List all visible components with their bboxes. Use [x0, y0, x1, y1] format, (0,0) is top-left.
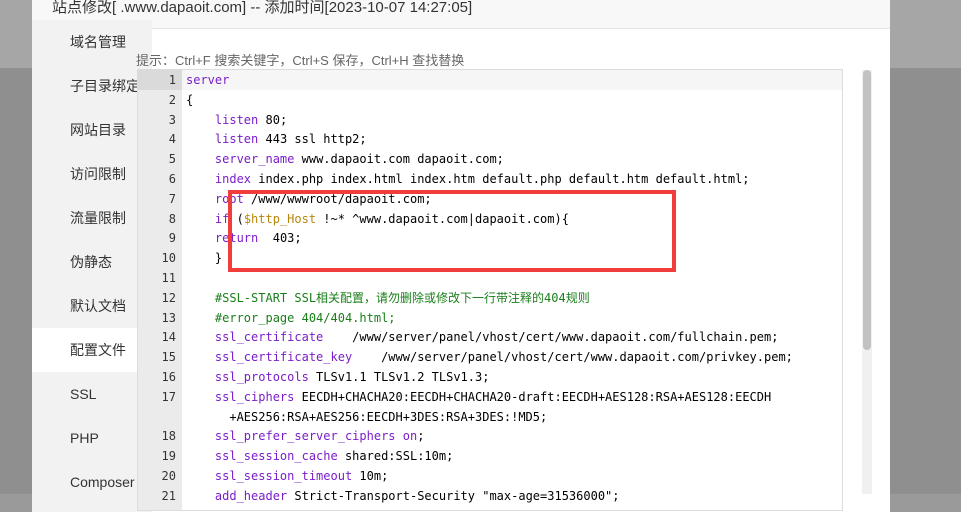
code-line-text: ssl_certificate_key /www/server/panel/vh… [214, 350, 793, 365]
code-line-text: ssl_prefer_server_ciphers on; [214, 429, 425, 444]
code-line[interactable]: 2{ [138, 90, 842, 110]
code-line-text: ssl_session_cache shared:SSL:10m; [214, 449, 454, 464]
editor-scroll-thumb[interactable] [863, 70, 871, 350]
line-number: 5 [168, 152, 176, 167]
code-line[interactable]: 3 listen 80; [138, 110, 842, 130]
code-line-text: listen 443 ssl http2; [214, 132, 367, 147]
line-number: 14 [161, 330, 176, 345]
line-number: 20 [161, 469, 176, 483]
code-line-text: listen 80; [214, 112, 288, 127]
dialog-title: 站点修改[ .www.dapaoit.com] -- 添加时间[2023-10-… [52, 0, 473, 16]
line-number: 7 [168, 191, 176, 206]
code-line[interactable]: 14 ssl_certificate /www/server/panel/vho… [138, 327, 842, 347]
code-line-text: server [186, 73, 230, 87]
code-line-text: add_header Strict-Transport-Security "ma… [214, 488, 620, 503]
sidebar-item-ssl[interactable]: SSL [32, 372, 152, 416]
code-line[interactable]: 18 ssl_prefer_server_ciphers on; [138, 426, 842, 446]
line-number: 3 [168, 112, 176, 127]
code-line-text: { [186, 92, 194, 107]
sidebar-item-rewrite[interactable]: 伪静态 [32, 240, 152, 284]
line-number: 9 [168, 231, 176, 246]
code-line[interactable]: 6 index index.php index.html index.htm d… [138, 169, 842, 189]
code-line-text: ssl_session_timeout 10m; [214, 469, 389, 483]
sidebar-item-domain-management[interactable]: 域名管理 [32, 20, 152, 64]
sidebar-item-php[interactable]: PHP [32, 416, 152, 460]
line-number: 4 [168, 132, 176, 147]
config-code-editor[interactable]: 1 server 2{3 listen 80; 4 listen 443 ssl ht… [137, 69, 843, 511]
highlight-annotation-box [228, 190, 676, 272]
line-number: 18 [161, 429, 176, 444]
code-line[interactable]: 21 add_header Strict-Transport-Security … [138, 486, 842, 506]
code-line-text: } [186, 251, 223, 266]
line-number: 2 [168, 92, 176, 107]
line-number: 12 [161, 290, 176, 305]
sidebar-item-access-restriction[interactable]: 访问限制 [32, 152, 152, 196]
sidebar-item-traffic-limit[interactable]: 流量限制 [32, 196, 152, 240]
sidebar-item-composer[interactable]: Composer [32, 460, 152, 504]
code-line-text: #SSL-START SSL相关配置，请勿删除或修改下一行带注释的404规则 [186, 290, 590, 305]
code-line-text: +AES256:RSA+AES256:EECDH+3DES:RSA+3DES:!… [186, 409, 548, 424]
code-line[interactable]: +AES256:RSA+AES256:EECDH+3DES:RSA+3DES:!… [138, 407, 842, 427]
sidebar-item-config-file[interactable]: 配置文件 [32, 328, 152, 372]
line-number: 6 [168, 172, 176, 186]
code-line[interactable]: 15 ssl_certificate_key /www/server/panel… [138, 347, 842, 367]
sidebar-item-default-document[interactable]: 默认文档 [32, 284, 152, 328]
code-line[interactable]: 5 server_name www.dapaoit.com dapaoit.co… [138, 149, 842, 169]
line-number: 21 [161, 488, 176, 503]
sidebar-item-site-directory[interactable]: 网站目录 [32, 108, 152, 152]
line-number: 17 [161, 389, 176, 404]
dialog-titlebar: 站点修改[ .www.dapaoit.com] -- 添加时间[2023-10-… [32, 0, 890, 29]
line-number: 13 [161, 310, 176, 325]
editor-scrollbar[interactable] [862, 70, 872, 494]
code-line-text: ssl_ciphers EECDH+CHACHA20:EECDH+CHACHA2… [214, 389, 772, 404]
settings-sidebar: 域名管理 子目录绑定 网站目录 访问限制 流量限制 伪静态 默认文档 配置文件 … [32, 20, 152, 512]
code-line-text: ssl_protocols TLSv1.1 TLSv1.2 TLSv1.3; [214, 370, 490, 384]
code-line[interactable]: 19 ssl_session_cache shared:SSL:10m; [138, 446, 842, 466]
code-line[interactable]: 12 #SSL-START SSL相关配置，请勿删除或修改下一行带注释的404规… [138, 288, 842, 308]
line-number: 16 [161, 370, 176, 384]
shortcut-hint: 提示：Ctrl+F 搜索关键字，Ctrl+S 保存，Ctrl+H 查找替换 [136, 53, 465, 68]
code-line[interactable]: 16 ssl_protocols TLSv1.1 TLSv1.2 TLSv1.3… [138, 367, 842, 387]
code-line[interactable]: 17 ssl_ciphers EECDH+CHACHA20:EECDH+CHAC… [138, 387, 842, 407]
line-number: 19 [161, 449, 176, 464]
code-line[interactable]: 1 server [138, 70, 842, 90]
line-number: 10 [161, 251, 176, 266]
line-number: 11 [161, 271, 176, 285]
code-line-text: index index.php index.html index.htm def… [214, 172, 750, 186]
code-line-text: server_name www.dapaoit.com dapaoit.com; [214, 152, 504, 167]
line-number: 8 [168, 211, 176, 226]
code-line[interactable]: 20 ssl_session_timeout 10m; [138, 466, 842, 486]
code-line[interactable]: 13 #error_page 404/404.html; [138, 308, 842, 328]
code-line-text: #error_page 404/404.html; [186, 310, 396, 325]
line-number: 1 [168, 73, 176, 87]
code-line-text: ssl_certificate /www/server/panel/vhost/… [214, 330, 779, 345]
code-line[interactable]: 4 listen 443 ssl http2; [138, 129, 842, 149]
sidebar-item-subdirectory-binding[interactable]: 子目录绑定 [32, 64, 152, 108]
line-number: 15 [161, 350, 176, 365]
